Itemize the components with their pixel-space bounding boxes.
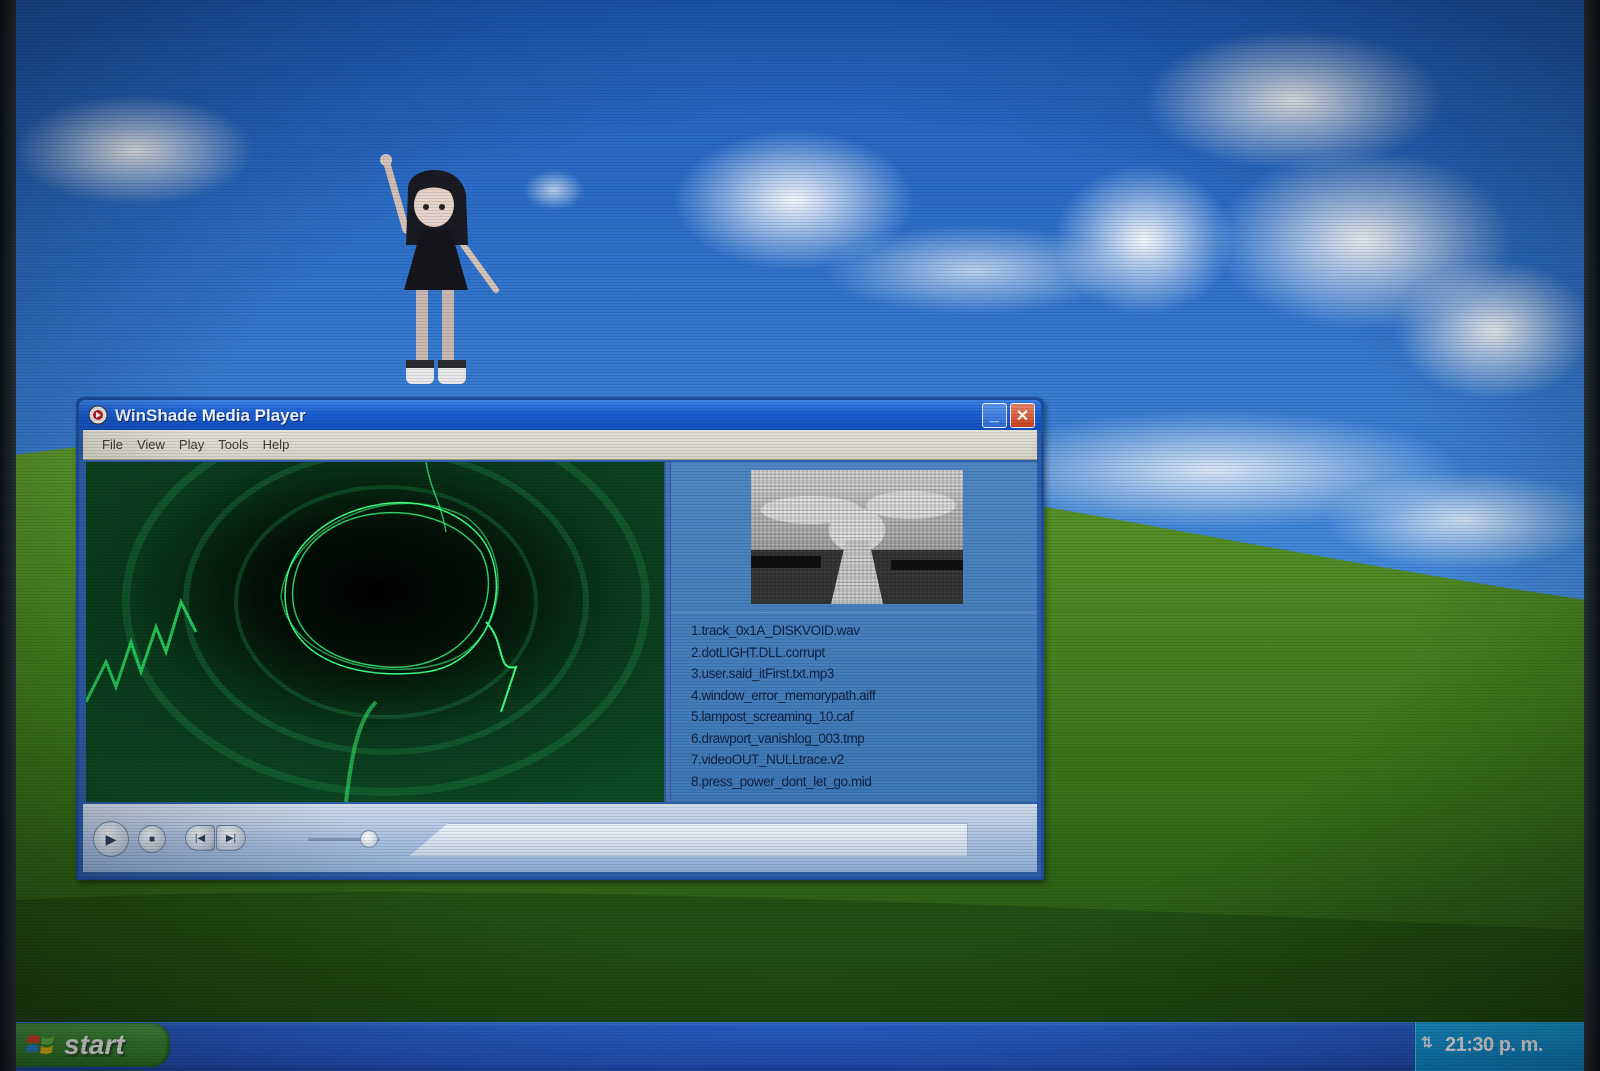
volume-knob[interactable] (360, 830, 379, 848)
menu-tools[interactable]: Tools (211, 435, 255, 454)
media-player-window[interactable]: WinShade Media Player _ ✕ File View Play… (76, 397, 1044, 880)
stop-button[interactable]: ■ (138, 825, 166, 853)
playlist-item[interactable]: 1.track_0x1A_DISKVOID.wav (691, 620, 1031, 642)
system-tray: ⇅ 21:30 p. m. (1414, 1022, 1586, 1071)
playlist-item[interactable]: 3.user.said_itFirst.txt.mp3 (691, 663, 1031, 685)
stop-icon: ■ (148, 833, 156, 845)
media-player-icon (88, 405, 108, 425)
title-bar[interactable]: WinShade Media Player _ ✕ (79, 400, 1041, 430)
panel-divider[interactable] (666, 462, 670, 802)
desktop-mascot (380, 154, 499, 384)
close-button[interactable]: ✕ (1010, 403, 1035, 428)
monitor-bezel-left (0, 0, 16, 1071)
playlist-divider (671, 612, 1037, 613)
transport-controls: ▶ ■ |◀ ▶| (83, 804, 1037, 872)
seek-bar[interactable] (408, 823, 968, 857)
play-icon: ▶ (105, 830, 117, 847)
menu-play[interactable]: Play (172, 435, 211, 454)
close-icon: ✕ (1015, 407, 1030, 425)
playlist-item[interactable]: 4.window_error_memorypath.aiff (691, 685, 1031, 707)
start-button[interactable]: start (14, 1023, 170, 1067)
playlist-item[interactable]: 2.dotLIGHT.DLL.corrupt (691, 642, 1031, 664)
menu-view[interactable]: View (130, 435, 172, 454)
playlist-item[interactable]: 6.drawport_vanishlog_003.tmp (691, 728, 1031, 750)
start-label: start (64, 1029, 125, 1060)
network-icon[interactable]: ⇅ (1421, 1034, 1439, 1054)
menu-file[interactable]: File (95, 435, 130, 454)
play-button[interactable]: ▶ (93, 821, 129, 857)
minimize-button[interactable]: _ (982, 403, 1007, 428)
clock[interactable]: 21:30 p. m. (1445, 1034, 1543, 1057)
crt-screen: WinShade Media Player _ ✕ File View Play… (0, 0, 1600, 1071)
minimize-icon: _ (990, 406, 999, 424)
playlist-item[interactable]: 7.videoOUT_NULLtrace.v2 (691, 749, 1031, 771)
previous-button[interactable]: |◀ (185, 825, 215, 851)
playlist-item[interactable]: 5.lampost_screaming_10.caf (691, 706, 1031, 728)
previous-icon: |◀ (194, 832, 206, 844)
window-title: WinShade Media Player (115, 406, 306, 425)
album-art (751, 470, 963, 604)
playlist-item[interactable]: 8.press_power_dont_let_go.mid (691, 771, 1031, 793)
next-button[interactable]: ▶| (216, 825, 246, 851)
next-icon: ▶| (225, 832, 237, 844)
visualizer-panel (86, 462, 664, 802)
menu-help[interactable]: Help (256, 435, 297, 454)
windows-logo-icon (26, 1035, 54, 1054)
taskbar: start ⇅ 21:30 p. m. (14, 1022, 1586, 1071)
menu-bar: File View Play Tools Help (83, 430, 1037, 460)
playlist: 1.track_0x1A_DISKVOID.wav 2.dotLIGHT.DLL… (691, 620, 1031, 792)
monitor-bezel-right (1584, 0, 1600, 1071)
playlist-panel: 1.track_0x1A_DISKVOID.wav 2.dotLIGHT.DLL… (671, 462, 1037, 802)
